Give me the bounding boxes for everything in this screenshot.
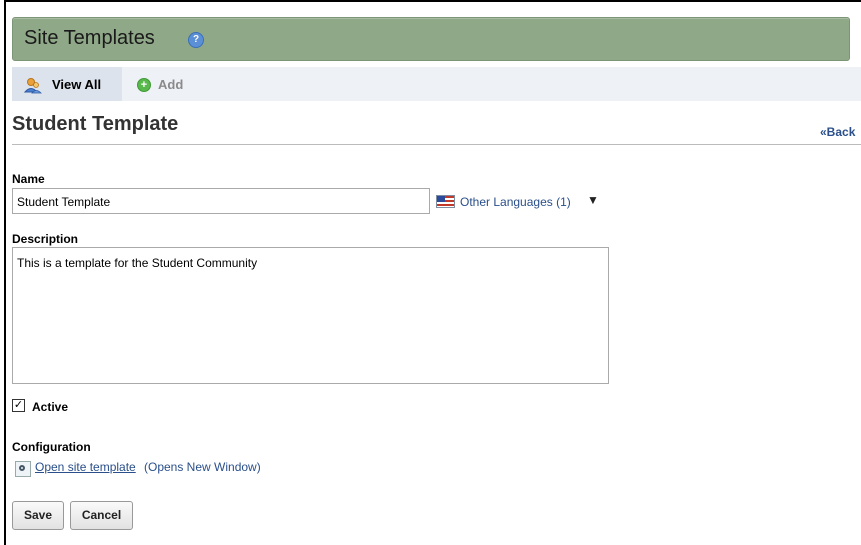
add-icon[interactable]: + (137, 78, 151, 92)
window-left-border (4, 0, 6, 545)
view-all-label: View All (52, 77, 102, 92)
cancel-button[interactable]: Cancel (70, 501, 133, 530)
magnifier-icon (15, 461, 31, 477)
other-languages-link[interactable]: Other Languages (1) (460, 195, 571, 209)
active-checkbox[interactable]: ✓ (12, 399, 25, 412)
back-link[interactable]: «Back (820, 125, 855, 139)
us-flag-icon (436, 195, 455, 208)
description-textarea[interactable]: This is a template for the Student Commu… (12, 247, 609, 384)
configuration-label: Configuration (12, 440, 91, 454)
page-title: Student Template (12, 113, 179, 135)
help-icon[interactable]: ? (188, 32, 204, 48)
opens-new-window-note: (Opens New Window) (144, 460, 261, 474)
people-icon (24, 78, 42, 94)
section-title: Site Templates (24, 27, 155, 49)
add-button[interactable]: Add (158, 77, 183, 92)
dropdown-arrow-icon[interactable]: ▼ (587, 193, 599, 207)
save-button[interactable]: Save (12, 501, 64, 530)
name-label: Name (12, 172, 45, 186)
active-label: Active (32, 400, 69, 414)
name-input[interactable]: Student Template (12, 188, 430, 214)
description-label: Description (12, 232, 79, 246)
toolbar: View All + Add (12, 67, 861, 101)
open-site-template-link[interactable]: Open site template (35, 460, 136, 474)
section-header: Site Templates ? (12, 17, 850, 61)
title-divider (12, 144, 861, 145)
window-top-border (4, 0, 861, 2)
view-all-button[interactable]: View All (12, 67, 122, 101)
